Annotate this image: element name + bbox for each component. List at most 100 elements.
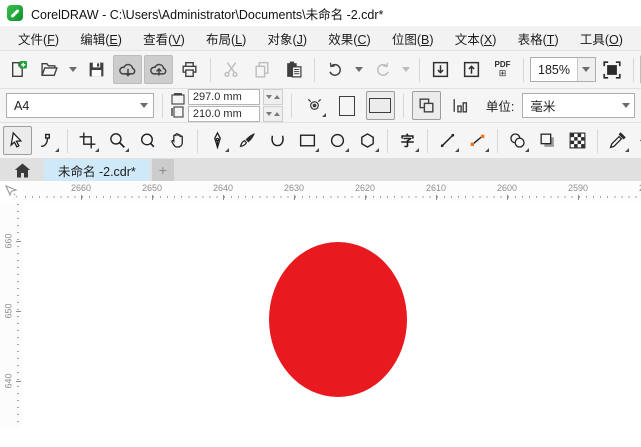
save-button[interactable] bbox=[82, 55, 111, 84]
pan-tool[interactable] bbox=[163, 126, 192, 155]
page-height-spinner[interactable] bbox=[262, 106, 283, 122]
current-page-button[interactable] bbox=[445, 91, 474, 120]
undo-button[interactable] bbox=[321, 55, 350, 84]
dimension-tool[interactable] bbox=[433, 126, 462, 155]
drawn-ellipse[interactable] bbox=[269, 242, 407, 397]
connector-icon bbox=[470, 134, 485, 146]
menu-item[interactable]: 查看(V) bbox=[137, 27, 191, 50]
ruler-major-tick bbox=[16, 311, 21, 312]
redo-button[interactable] bbox=[368, 55, 397, 84]
plus-icon: + bbox=[158, 162, 167, 178]
home-button[interactable] bbox=[0, 159, 44, 181]
units-dropdown[interactable] bbox=[617, 94, 634, 117]
polygon-tool[interactable] bbox=[353, 126, 382, 155]
ruler-label: 2630 bbox=[283, 183, 305, 193]
undo-dropdown[interactable] bbox=[352, 57, 366, 82]
page-width-spinner[interactable] bbox=[262, 89, 283, 105]
open-document-dropdown[interactable] bbox=[66, 57, 80, 82]
undo-icon bbox=[329, 62, 341, 76]
portrait-orientation-button[interactable] bbox=[333, 91, 362, 120]
cloud-upload-button[interactable] bbox=[144, 55, 173, 84]
drawing-canvas[interactable] bbox=[22, 201, 641, 428]
ruler-major-tick bbox=[436, 195, 437, 200]
toolbar-separator bbox=[197, 128, 198, 153]
zoom-to-page-button[interactable] bbox=[598, 55, 627, 84]
page-size-dropdown[interactable] bbox=[136, 94, 153, 117]
toolbar-separator bbox=[402, 93, 404, 118]
new-tab-button[interactable]: + bbox=[151, 159, 174, 181]
page-size-combobox[interactable]: A4 bbox=[6, 93, 154, 118]
chevron-down-icon bbox=[402, 67, 410, 72]
zoom-level-combobox[interactable]: 185% bbox=[530, 57, 596, 82]
units-value: 毫米 bbox=[530, 100, 556, 114]
magnifier-icon bbox=[141, 133, 155, 148]
menu-item[interactable]: 布局(L) bbox=[200, 27, 252, 50]
hexagon-icon bbox=[361, 133, 374, 148]
menu-item[interactable]: 工具(O) bbox=[574, 27, 629, 50]
zoom-level-dropdown[interactable] bbox=[576, 58, 595, 81]
page-height-icon bbox=[171, 106, 184, 118]
redo-dropdown[interactable] bbox=[399, 57, 413, 82]
zoom-tool[interactable] bbox=[103, 126, 132, 155]
shape-tool[interactable] bbox=[33, 126, 62, 155]
block-shadow-tool[interactable] bbox=[533, 126, 562, 155]
menu-item[interactable]: 文件(F) bbox=[12, 27, 65, 50]
landscape-orientation-button[interactable] bbox=[365, 91, 395, 120]
crop-tool[interactable] bbox=[73, 126, 102, 155]
ruler-major-tick bbox=[152, 195, 153, 200]
interactive-fill-tool[interactable] bbox=[633, 126, 641, 155]
menu-item[interactable]: 效果(C) bbox=[322, 27, 376, 50]
units-combobox[interactable]: 毫米 bbox=[522, 93, 635, 118]
shadow-tool[interactable] bbox=[503, 126, 532, 155]
eyedropper-tool[interactable] bbox=[603, 126, 632, 155]
copy-icon bbox=[255, 61, 269, 78]
menu-item[interactable]: 文本(X) bbox=[449, 27, 503, 50]
page-width-field[interactable]: 297.0 mm bbox=[187, 89, 260, 105]
menu-item[interactable]: 位图(B) bbox=[386, 27, 440, 50]
copy-button[interactable] bbox=[248, 55, 277, 84]
pick-tool[interactable] bbox=[3, 126, 32, 155]
snap-settings-button[interactable] bbox=[300, 91, 329, 120]
chevron-down-icon bbox=[582, 67, 591, 72]
zoom-out-tool[interactable] bbox=[133, 126, 162, 155]
text-tool[interactable]: 字 bbox=[393, 126, 422, 155]
zoom-level-value: 185% bbox=[538, 62, 570, 77]
pen-tool[interactable] bbox=[203, 126, 232, 155]
page-size-value: A4 bbox=[14, 98, 30, 113]
cloud-download-button[interactable] bbox=[113, 55, 142, 84]
vertical-ruler[interactable]: 660650640630 bbox=[0, 201, 22, 428]
all-pages-button[interactable] bbox=[411, 91, 441, 120]
paste-button[interactable] bbox=[279, 55, 308, 84]
rectangle-tool[interactable] bbox=[293, 126, 322, 155]
ellipse-tool[interactable] bbox=[323, 126, 352, 155]
open-document-button[interactable] bbox=[35, 55, 64, 84]
ruler-label: 650 bbox=[3, 303, 14, 319]
connector-tool[interactable] bbox=[463, 126, 492, 155]
new-document-button[interactable] bbox=[4, 55, 33, 84]
ruler-origin-corner[interactable] bbox=[0, 181, 22, 201]
transparency-tool[interactable] bbox=[563, 126, 592, 155]
toolbar-separator bbox=[523, 57, 524, 82]
bspline-tool[interactable] bbox=[263, 126, 292, 155]
home-icon bbox=[14, 163, 30, 177]
cut-button[interactable] bbox=[217, 55, 246, 84]
page-width-icon bbox=[171, 93, 185, 105]
toolbar-separator bbox=[161, 93, 163, 118]
page-height-field[interactable]: 210.0 mm bbox=[187, 106, 260, 122]
ruler-label: 2610 bbox=[425, 183, 447, 193]
menu-item[interactable]: 编辑(E) bbox=[74, 27, 128, 50]
menu-item[interactable]: 对象(J) bbox=[261, 27, 313, 50]
ruler-label: 640 bbox=[3, 373, 14, 389]
import-button[interactable] bbox=[426, 55, 455, 84]
horizontal-ruler[interactable]: 266026502640263026202610260025902580 bbox=[22, 181, 641, 201]
export-button[interactable] bbox=[457, 55, 486, 84]
artistic-media-tool[interactable] bbox=[233, 126, 262, 155]
standard-toolbar: PDF ⊞ 185% bbox=[0, 51, 641, 89]
menu-item[interactable]: 表格(T) bbox=[512, 27, 565, 50]
document-tab-active[interactable]: 未命名 -2.cdr* bbox=[44, 159, 150, 181]
toolbar-separator bbox=[314, 57, 315, 82]
new-document-icon bbox=[12, 61, 27, 78]
publish-to-pdf-button[interactable]: PDF ⊞ bbox=[488, 55, 517, 84]
print-button[interactable] bbox=[175, 55, 204, 84]
document-tab-label: 未命名 -2.cdr* bbox=[58, 164, 136, 179]
